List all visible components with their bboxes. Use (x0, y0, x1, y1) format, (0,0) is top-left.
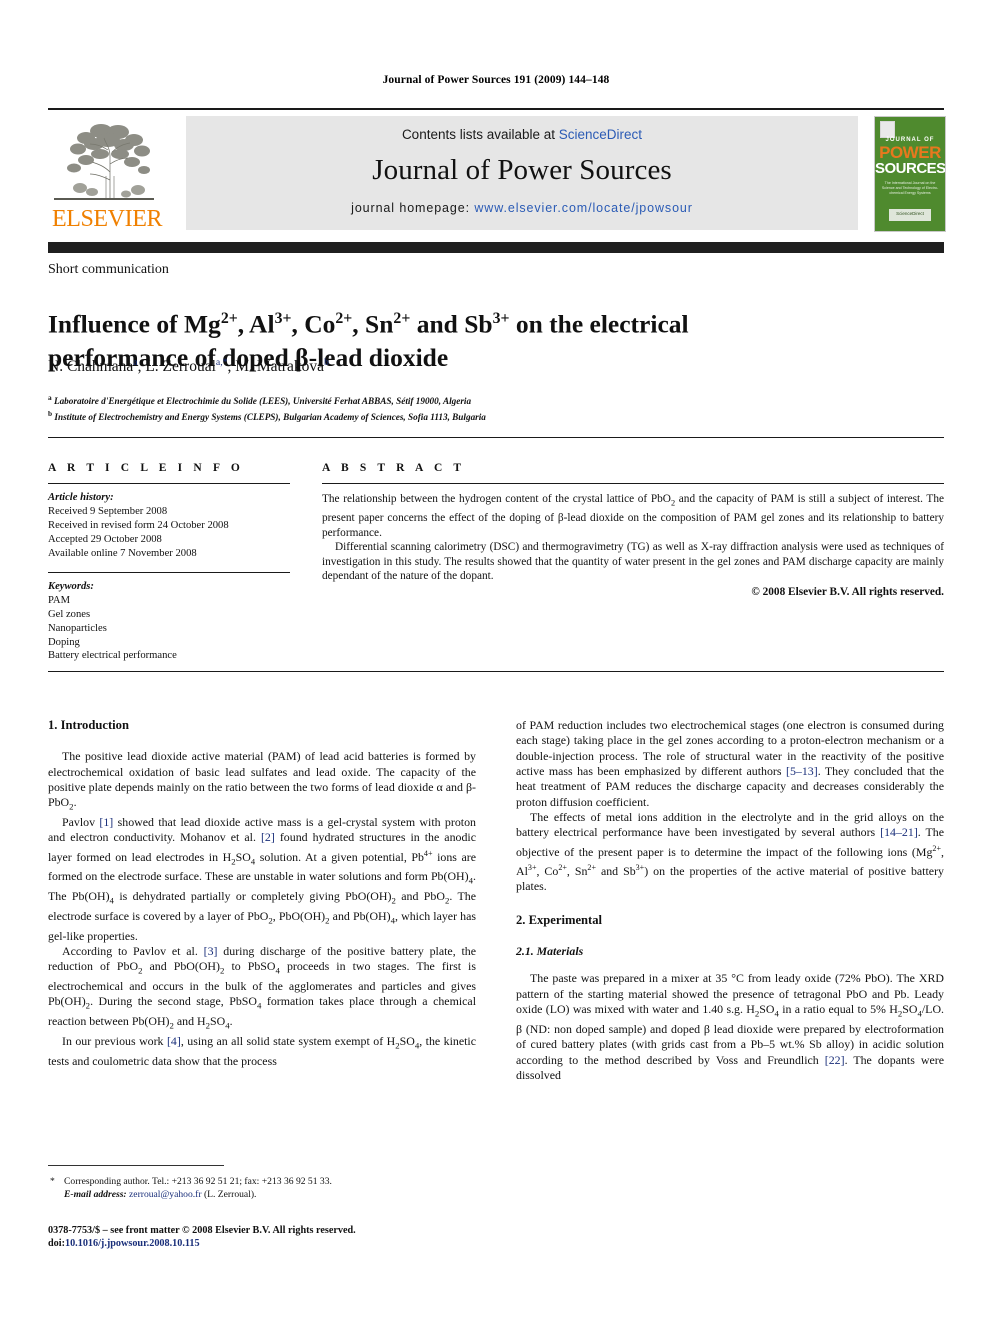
keyword-item: Nanoparticles (48, 622, 107, 634)
keywords-rule (48, 571, 290, 573)
body-paragraph: of PAM reduction includes two electroche… (516, 718, 944, 809)
asterisk-icon: * (50, 1176, 55, 1187)
journal-homepage-line: journal homepage: www.elsevier.com/locat… (186, 201, 858, 215)
body-paragraph: In our previous work [4], using an all s… (48, 1033, 476, 1068)
cover-badge-text: ScienceDirect (896, 211, 924, 216)
body-paragraph: The effects of metal ions addition in th… (516, 810, 944, 894)
abstract-body: The relationship between the hydrogen co… (322, 492, 944, 599)
body-paragraph: The positive lead dioxide active materia… (48, 749, 476, 812)
contents-available-line: Contents lists available at ScienceDirec… (186, 127, 858, 142)
paper-page: Journal of Power Sources 191 (2009) 144–… (0, 0, 992, 1323)
article-history: Article history: Received 9 September 20… (48, 491, 290, 561)
article-info-rule (48, 483, 290, 485)
email-owner: (L. Zerroual). (203, 1188, 257, 1200)
keywords-block: Keywords: PAM Gel zones Nanoparticles Do… (48, 580, 290, 663)
abstract-heading: A B S T R A C T (322, 462, 466, 474)
elsevier-wordmark: ELSEVIER (51, 206, 163, 232)
abstract-column: A B S T R A C T The relationship between… (322, 462, 944, 600)
footnote-divider (48, 1165, 224, 1166)
homepage-label: journal homepage: (351, 201, 475, 215)
running-head: Journal of Power Sources 191 (2009) 144–… (382, 74, 610, 86)
sciencedirect-link[interactable]: ScienceDirect (559, 127, 642, 142)
body-column-right: of PAM reduction includes two electroche… (516, 718, 944, 1083)
journal-cover-thumbnail: JOURNAL OF POWER SOURCES The Internation… (874, 116, 946, 232)
keyword-item: Battery electrical performance (48, 650, 177, 662)
article-info-heading: A R T I C L E I N F O (48, 462, 244, 474)
contents-panel: Contents lists available at ScienceDirec… (186, 116, 858, 230)
cover-line3: SOURCES (875, 160, 946, 177)
history-item: Received in revised form 24 October 2008 (48, 520, 229, 531)
logo-baseline (54, 198, 154, 200)
doi-label: doi: (48, 1238, 65, 1250)
contents-prefix: Contents lists available at (401, 127, 559, 142)
history-item: Accepted 29 October 2008 (48, 533, 162, 545)
keyword-item: Doping (48, 636, 80, 648)
tree-svg (67, 124, 150, 200)
abstract-paragraph: Differential scanning calorimetry (DSC) … (322, 541, 944, 583)
cover-line2: POWER (879, 143, 941, 162)
journal-title: Journal of Power Sources (372, 154, 672, 186)
body-column-left: 1. Introduction The positive lead dioxid… (48, 718, 476, 1069)
elsevier-logo: ELSEVIER (48, 114, 166, 234)
keywords-label: Keywords: (48, 580, 94, 592)
article-info-column: A R T I C L E I N F O Article history: R… (48, 462, 290, 663)
abstract-bottom-rule (48, 671, 944, 673)
doi-link[interactable]: 10.1016/j.jpowsour.2008.10.115 (65, 1238, 200, 1249)
cover-blurb: The International Journal on the Science… (881, 181, 939, 195)
header-bottom-rule (48, 242, 944, 253)
doi-line: doi:10.1016/j.jpowsour.2008.10.115 (48, 1237, 488, 1250)
keyword-item: Gel zones (48, 608, 91, 620)
body-paragraph: According to Pavlov et al. [3] during di… (48, 943, 477, 1031)
section-heading-introduction: 1. Introduction (48, 718, 129, 732)
email-link[interactable]: zerroual@yahoo.fr (129, 1189, 202, 1200)
abstract-paragraph: The relationship between the hydrogen co… (322, 493, 944, 539)
header-top-rule (48, 108, 944, 111)
issn-copyright-block: 0378-7753/$ – see front matter © 2008 El… (48, 1224, 488, 1251)
cover-elsevier-icon (880, 121, 895, 138)
body-paragraph: Pavlov [1] showed that lead dioxide acti… (48, 815, 477, 943)
cover-sciencedirect-badge: ScienceDirect (889, 209, 931, 221)
email-label: E-mail address: (64, 1188, 127, 1200)
elsevier-tree-icon (56, 116, 160, 204)
section-heading-experimental: 2. Experimental (516, 912, 603, 927)
author-list: N. Chahmanaa, L. Zerrouala,*, M. Matrako… (48, 357, 329, 376)
homepage-url-link[interactable]: www.elsevier.com/locate/jpowsour (474, 201, 692, 215)
history-item: Available online 7 November 2008 (48, 547, 197, 559)
article-type-label: Short communication (48, 262, 169, 277)
issn-line: 0378-7753/$ – see front matter © 2008 El… (48, 1225, 356, 1236)
journal-header: ELSEVIER Contents lists available at Sci… (48, 112, 946, 234)
abstract-rule (322, 483, 944, 485)
corresponding-author-footnote: * Corresponding author. Tel.: +213 36 92… (48, 1176, 476, 1202)
email-line: E-mail address: zerroual@yahoo.fr (L. Ze… (48, 1189, 476, 1202)
abstract-copyright: © 2008 Elsevier B.V. All rights reserved… (751, 586, 944, 598)
history-item: Received 9 September 2008 (48, 506, 168, 518)
corresponding-author-text: Corresponding author. Tel.: +213 36 92 5… (64, 1176, 332, 1187)
subsection-heading-materials: 2.1. Materials (516, 944, 584, 959)
history-label: Article history: (48, 492, 114, 504)
body-paragraph: The paste was prepared in a mixer at 35 … (516, 971, 945, 1082)
affiliations: a Laboratoire d'Energétique et Electroch… (48, 393, 486, 422)
keyword-item: PAM (48, 594, 70, 606)
title-divider (48, 437, 944, 439)
